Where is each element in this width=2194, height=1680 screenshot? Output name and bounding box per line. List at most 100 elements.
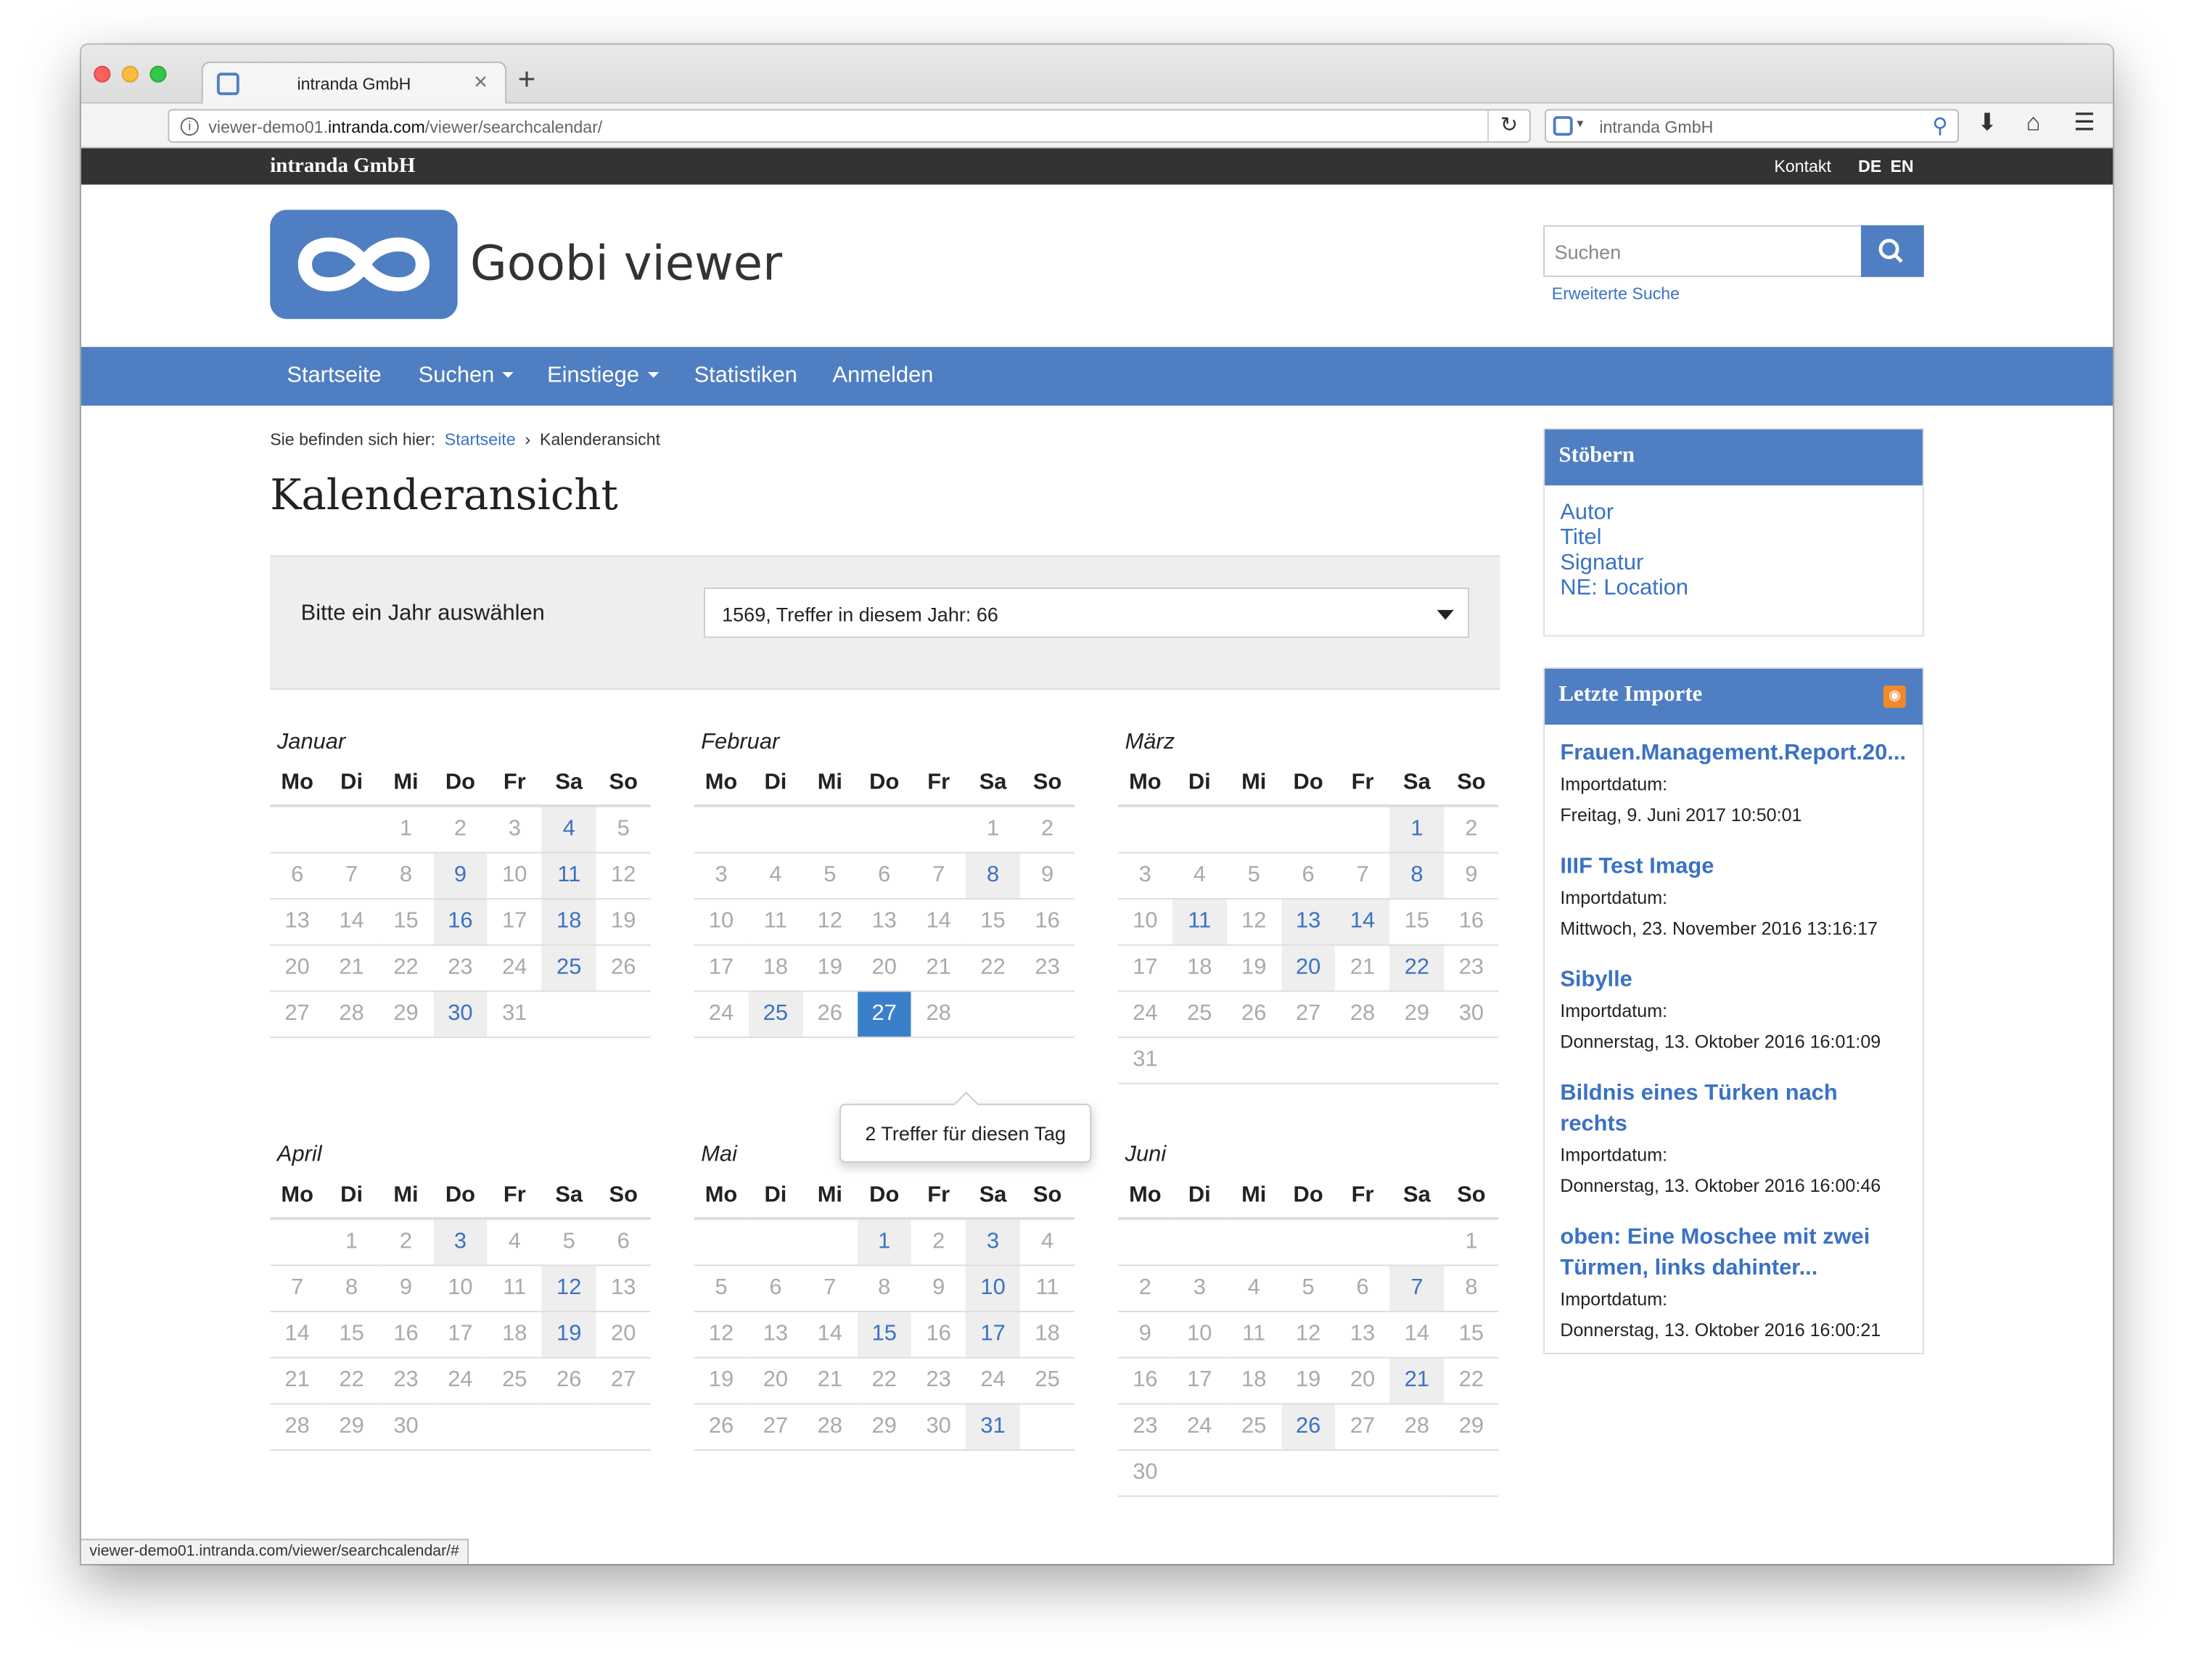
search-button[interactable] — [1860, 225, 1924, 277]
advanced-search-link[interactable]: Erweiterte Suche — [1552, 284, 1680, 303]
maximize-window-button[interactable] — [149, 65, 167, 83]
import-title-link[interactable]: Sibylle — [1560, 965, 1907, 996]
menu-icon[interactable]: ☰ — [2074, 109, 2095, 137]
calendar-week-row: 1234 — [694, 1218, 1075, 1266]
calendar-day: 18 — [748, 944, 803, 992]
goobi-logo[interactable] — [270, 210, 458, 319]
calendar-day-with-hits[interactable]: 21 — [1389, 1356, 1445, 1404]
calendar-day-with-hits[interactable]: 7 — [1389, 1264, 1445, 1312]
browser-tab[interactable]: intranda GmbH ✕ — [201, 61, 507, 105]
close-tab-icon[interactable]: ✕ — [473, 71, 488, 94]
nav-item-einstiege[interactable]: Einstiege — [547, 363, 660, 389]
search-icon[interactable]: ⚲ — [1932, 113, 1947, 139]
chevron-down-icon — [647, 371, 660, 378]
calendar-day: 19 — [596, 898, 651, 945]
calendar-day: 27 — [596, 1356, 651, 1404]
breadcrumb: Sie befinden sich hier: Startseite › Kal… — [270, 429, 660, 449]
calendar-day-with-hits[interactable]: 8 — [1389, 852, 1445, 899]
calendar-day-with-hits[interactable]: 3 — [966, 1218, 1021, 1266]
calendar-day-with-hits[interactable]: 17 — [966, 1311, 1021, 1358]
browse-link-location[interactable]: NE: Location — [1560, 577, 1907, 602]
calendar-day-with-hits[interactable]: 1 — [1389, 805, 1445, 853]
calendar-day: 2 — [379, 1218, 433, 1266]
company-brand[interactable]: intranda GmbH — [270, 155, 415, 179]
download-icon[interactable]: ⬇ — [1977, 109, 1997, 137]
browser-search-bar[interactable]: ▾ intranda GmbH ⚲ — [1545, 109, 1959, 143]
nav-item-anmelden[interactable]: Anmelden — [832, 363, 933, 389]
calendar-day-with-hits[interactable]: 16 — [432, 898, 488, 945]
calendar-day-with-hits[interactable]: 3 — [432, 1218, 488, 1266]
calendar-day-with-hits[interactable]: 14 — [1335, 898, 1390, 945]
recent-imports-title: Letzte Importe — [1545, 668, 1923, 725]
browse-link-titel[interactable]: Titel — [1560, 526, 1907, 551]
calendar-day-with-hits[interactable]: 12 — [541, 1264, 596, 1312]
calendar-day: 4 — [1226, 1264, 1281, 1312]
chevron-down-icon[interactable] — [1437, 609, 1454, 620]
calendar-day-with-hits[interactable]: 11 — [541, 852, 596, 899]
info-icon[interactable]: i — [180, 117, 199, 136]
logo-text[interactable]: Goobi viewer — [470, 236, 782, 292]
calendar-day-with-hits[interactable]: 26 — [1281, 1403, 1336, 1450]
chevron-down-icon[interactable]: ▾ — [1577, 116, 1583, 131]
year-select[interactable]: 1569, Treffer in diesem Jahr: 66 — [704, 587, 1469, 638]
breadcrumb-home-link[interactable]: Startseite — [445, 429, 516, 449]
calendar-day: 2 — [1444, 805, 1499, 853]
close-window-button[interactable] — [94, 65, 111, 83]
import-title-link[interactable]: IIIF Test Image — [1560, 852, 1907, 882]
address-bar[interactable]: i viewer-demo01.intranda.com/viewer/sear… — [168, 109, 1531, 143]
lang-de-link[interactable]: DE — [1858, 157, 1881, 176]
nav-item-startseite[interactable]: Startseite — [287, 363, 381, 389]
import-title-link[interactable]: Frauen.Management.Report.20... — [1560, 738, 1907, 769]
year-select-label: Bitte ein Jahr auswählen — [300, 601, 545, 626]
import-title-link[interactable]: Bildnis eines Türken nach rechts — [1560, 1079, 1907, 1140]
calendar-day-with-hits[interactable]: 20 — [1281, 944, 1336, 992]
minimize-window-button[interactable] — [121, 65, 139, 83]
calendar-day: 19 — [1226, 944, 1281, 992]
home-icon[interactable]: ⌂ — [2026, 109, 2041, 137]
calendar-day-with-hits[interactable]: 8 — [966, 852, 1021, 899]
calendar-day-with-hits[interactable]: 10 — [966, 1264, 1021, 1312]
import-date-value: Donnerstag, 13. Oktober 2016 16:00:46 — [1560, 1174, 1881, 1196]
lang-en-link[interactable]: EN — [1890, 157, 1913, 176]
calendar-day-with-hits[interactable]: 9 — [432, 852, 488, 899]
calendar-day: 11 — [748, 898, 803, 945]
calendar-day-with-hits[interactable]: 4 — [541, 805, 596, 853]
import-title-link[interactable]: oben: Eine Moschee mit zwei Türmen, link… — [1560, 1223, 1907, 1285]
reload-icon[interactable]: ↻ — [1487, 110, 1529, 141]
calendar-day-with-hits[interactable]: 30 — [432, 990, 488, 1038]
browse-link-autor[interactable]: Autor — [1560, 501, 1907, 526]
calendar-table: Mo Di Mi Do Fr Sa So 1 2 3 4 5 6 7 8 9 10 11 12 13 14 15 16 17 1… — [270, 1174, 651, 1450]
nav-item-suchen[interactable]: Suchen — [419, 363, 514, 389]
calendar-day-with-hits[interactable]: 31 — [966, 1403, 1021, 1450]
new-tab-icon[interactable]: + — [518, 62, 536, 98]
nav-item-statistiken[interactable]: Statistiken — [694, 363, 797, 389]
weekday-header: Fr — [1335, 762, 1390, 807]
calendar-day-with-hits[interactable]: 13 — [1281, 898, 1336, 945]
calendar-day: 14 — [1389, 1311, 1445, 1358]
calendar-day: 14 — [911, 898, 966, 945]
calendar-day-with-hits[interactable]: 25 — [748, 990, 803, 1038]
calendar-day-with-hits[interactable]: 19 — [541, 1311, 596, 1358]
calendar-day-active[interactable]: 27 — [857, 990, 912, 1038]
contact-link[interactable]: Kontakt — [1774, 157, 1831, 176]
calendar-day-with-hits[interactable]: 15 — [857, 1311, 912, 1358]
calendar-day: 12 — [1281, 1311, 1336, 1358]
calendar-day-with-hits[interactable]: 25 — [541, 944, 596, 992]
calendar-week-row: 6 7 8 9 10 11 12 — [270, 852, 651, 899]
browse-link-signatur[interactable]: Signatur — [1560, 551, 1907, 577]
calendar-day-with-hits[interactable]: 11 — [1172, 898, 1227, 945]
calendar-day: 17 — [1117, 944, 1172, 992]
calendar-day: 19 — [802, 944, 858, 992]
calendar-day-with-hits[interactable]: 18 — [541, 898, 596, 945]
search-input[interactable]: Suchen — [1543, 225, 1862, 277]
calendar-day: 21 — [911, 944, 966, 992]
calendar-day-with-hits[interactable]: 22 — [1389, 944, 1445, 992]
calendar-day-with-hits[interactable]: 1 — [857, 1218, 912, 1266]
calendar-day: 2 — [432, 805, 488, 853]
calendar-day: 16 — [1020, 898, 1075, 945]
rss-icon[interactable]: ◉ — [1883, 685, 1906, 708]
calendar-day: 24 — [694, 990, 749, 1038]
import-item: IIIF Test Image Importdatum: Mittwoch, 2… — [1560, 852, 1907, 944]
calendar-day: 29 — [1444, 1403, 1499, 1450]
weekday-header: So — [596, 762, 651, 807]
